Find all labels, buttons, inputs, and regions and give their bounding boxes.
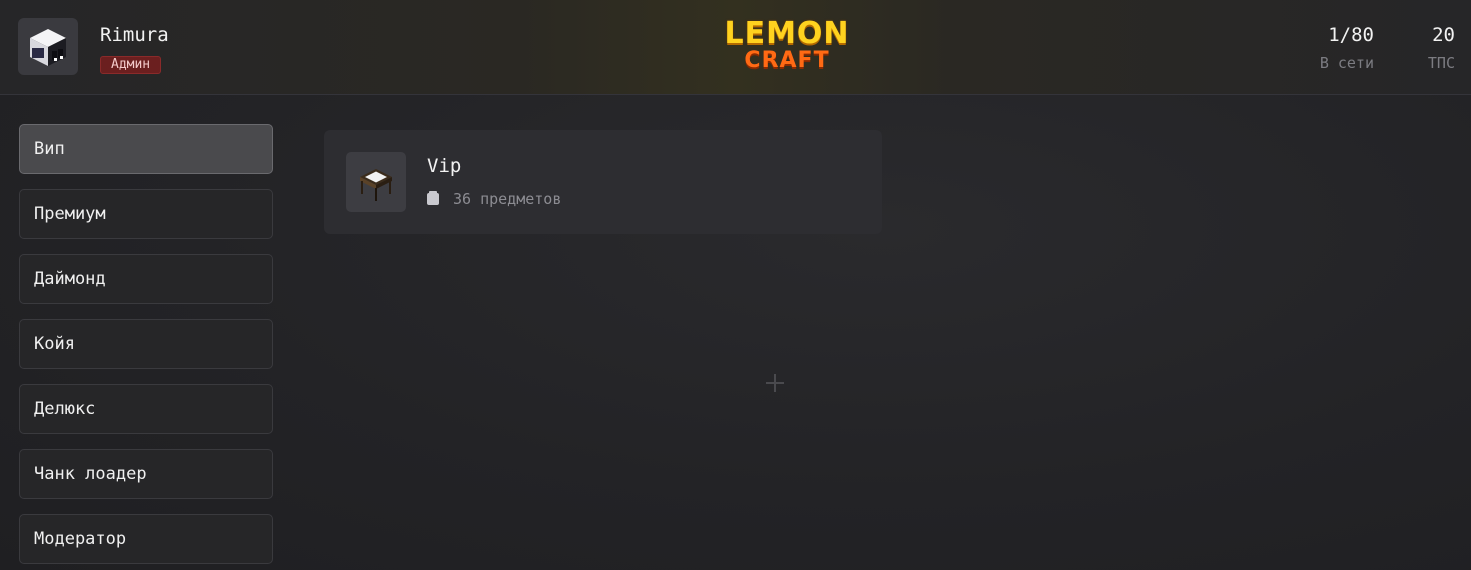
sidebar-item-label: Премиум [34, 204, 106, 224]
kit-card[interactable]: Vip 36 предметов [324, 130, 882, 234]
logo-top-text: LEMON [724, 16, 850, 51]
kit-title: Vip [427, 155, 462, 177]
sidebar-item-label: Даймонд [34, 269, 106, 289]
box-icon [427, 191, 439, 205]
player-name: Rimura [100, 24, 169, 46]
kit-item-count: 36 предметов [427, 190, 561, 208]
player-head-icon [30, 29, 66, 66]
role-badge: Админ [100, 56, 162, 74]
sidebar-item-label: Делюкс [34, 399, 96, 419]
logo-bottom-text: CRAFT [744, 48, 830, 73]
tps-value: 20 [1432, 24, 1455, 46]
sidebar-item-label: Модератор [34, 529, 127, 549]
crosshair-icon [766, 374, 784, 392]
kit-item-count-text: 36 предметов [453, 190, 562, 208]
online-stat: 1/80 В сети [1320, 24, 1374, 72]
sidebar-item-deluxe[interactable]: Делюкс [19, 384, 273, 434]
tps-label: ТПС [1427, 54, 1455, 72]
server-logo: LEMON CRAFT [712, 18, 862, 80]
table-block-icon [360, 169, 392, 201]
sidebar-item-koya[interactable]: Койя [19, 319, 273, 369]
online-count: 1/80 [1328, 24, 1374, 46]
sidebar-item-diamond[interactable]: Даймонд [19, 254, 273, 304]
sidebar-item-premium[interactable]: Премиум [19, 189, 273, 239]
sidebar-item-label: Чанк лоадер [34, 464, 147, 484]
sidebar-item-chunk-loader[interactable]: Чанк лоадер [19, 449, 273, 499]
online-label: В сети [1319, 54, 1374, 72]
tps-stat: 20 ТПС [1428, 24, 1455, 72]
kit-icon [346, 152, 406, 212]
player-avatar [18, 18, 78, 75]
sidebar-item-label: Вип [34, 139, 65, 159]
sidebar-item-moderator[interactable]: Модератор [19, 514, 273, 564]
top-bar: Rimura Админ LEMON CRAFT 1/80 В сети 20 … [0, 0, 1471, 95]
kits-screen: Rimura Админ LEMON CRAFT 1/80 В сети 20 … [0, 0, 1471, 570]
sidebar-item-vip[interactable]: Вип [19, 124, 273, 174]
kit-category-sidebar: Вип Премиум Даймонд Койя Делюкс Чанк лоа… [19, 124, 273, 570]
sidebar-item-label: Койя [34, 334, 75, 354]
